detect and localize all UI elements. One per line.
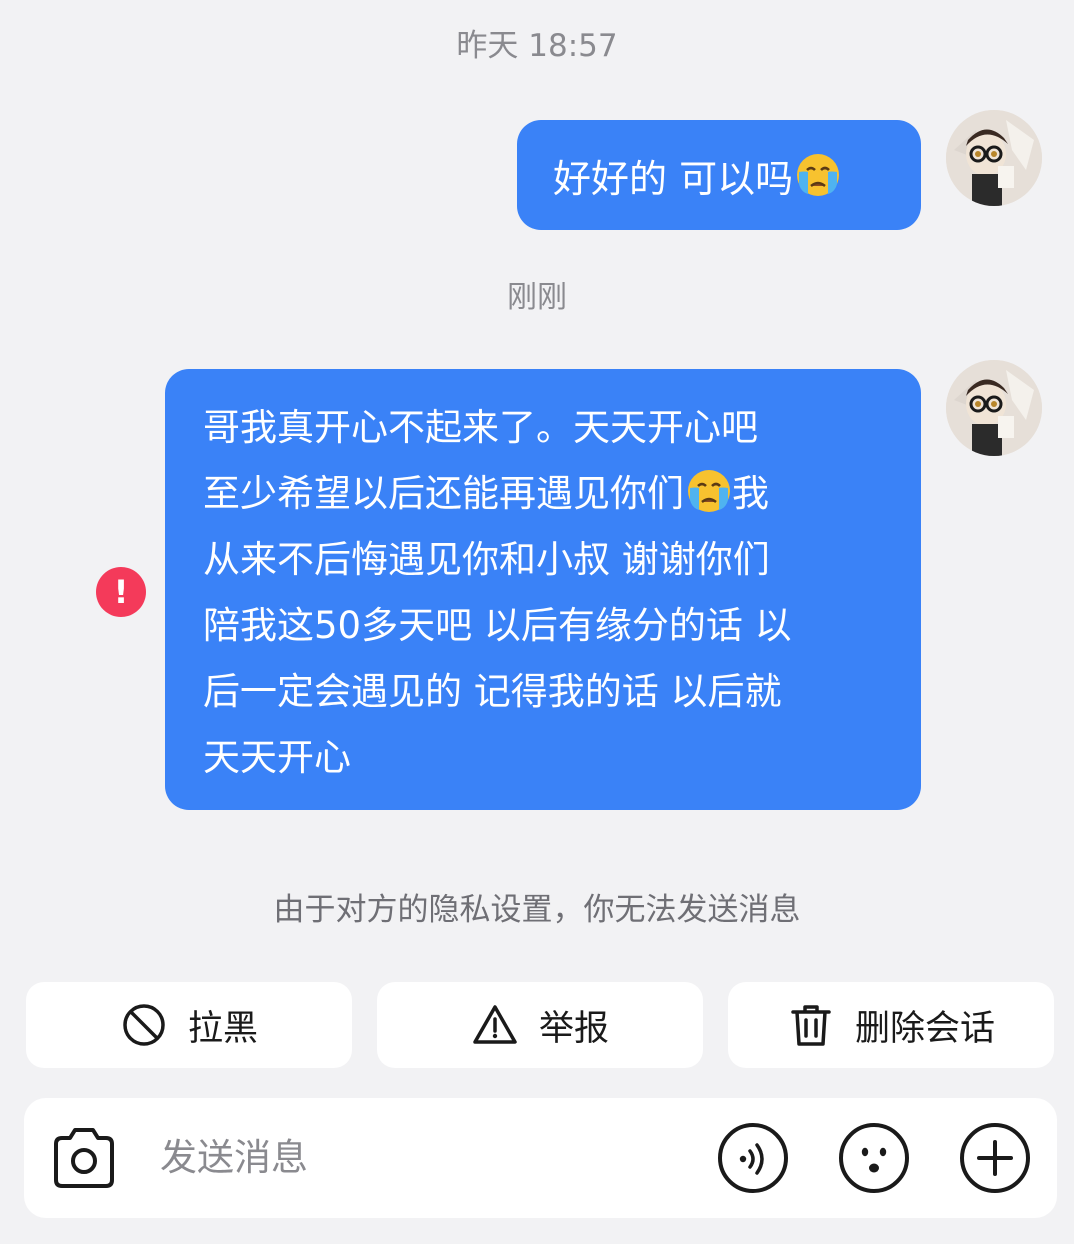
- message-input[interactable]: 发送消息: [160, 1098, 308, 1218]
- message-bubble-sent[interactable]: 好好的 可以吗: [517, 120, 921, 230]
- timestamp: 昨天 18:57: [456, 28, 618, 64]
- message-input-bar: 发送消息: [24, 1098, 1057, 1218]
- block-button[interactable]: 拉黑: [26, 982, 352, 1068]
- block-icon: [123, 1004, 165, 1046]
- message-text: 好好的 可以吗: [553, 156, 794, 201]
- message-line: 天天开心: [203, 736, 351, 779]
- message-line: 从来不后悔遇见你和小叔 谢谢你们: [203, 538, 770, 581]
- timestamp: 刚刚: [507, 280, 567, 315]
- delete-conversation-button[interactable]: 删除会话: [728, 982, 1054, 1068]
- camera-icon[interactable]: [48, 1124, 120, 1192]
- message-line-suffix: 我: [732, 472, 769, 515]
- privacy-notice: 由于对方的隐私设置，你无法发送消息: [273, 892, 801, 928]
- user-avatar[interactable]: [946, 360, 1042, 456]
- message-line: 至少希望以后还能再遇见你们 我: [203, 461, 885, 527]
- loudly-crying-face-icon: [797, 154, 840, 196]
- message-line: 哥我真开心不起来了。天天开心吧: [203, 406, 758, 449]
- user-avatar[interactable]: [946, 110, 1042, 206]
- plus-icon[interactable]: [959, 1122, 1031, 1194]
- message-line-text: 至少希望以后还能再遇见你们: [203, 472, 684, 515]
- warning-triangle-icon: [473, 1005, 517, 1044]
- voice-icon[interactable]: [717, 1122, 789, 1194]
- block-label: 拉黑: [187, 1008, 258, 1049]
- trash-icon: [791, 1005, 831, 1046]
- loudly-crying-face-icon: [688, 470, 730, 512]
- avatar-image: [946, 110, 1042, 206]
- avatar-image: [946, 360, 1042, 456]
- report-button[interactable]: 举报: [377, 982, 703, 1068]
- message-line: 陪我这50多天吧 以后有缘分的话 以: [203, 604, 792, 647]
- send-failed-icon[interactable]: !: [96, 567, 146, 617]
- message-bubble-sent[interactable]: 哥我真开心不起来了。天天开心吧 至少希望以后还能再遇见你们 我 从来不后悔遇见你…: [165, 369, 921, 810]
- emoji-face-icon[interactable]: [838, 1122, 910, 1194]
- report-label: 举报: [538, 1008, 609, 1049]
- message-line: 后一定会遇见的 记得我的话 以后就: [203, 670, 782, 713]
- delete-label: 删除会话: [854, 1008, 995, 1049]
